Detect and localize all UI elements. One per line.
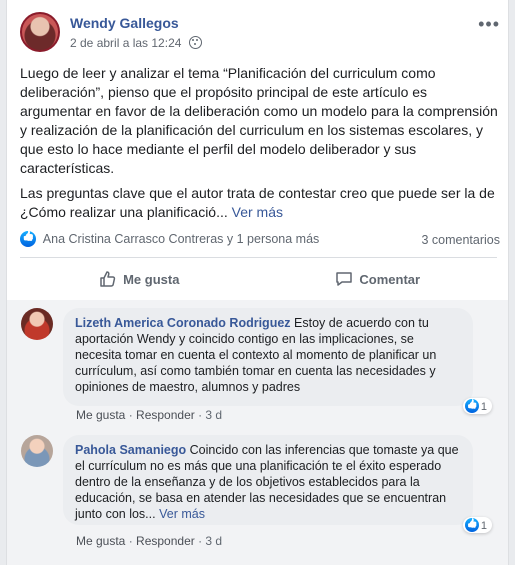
comment-actions: Me gusta · Responder · 3 d	[76, 534, 223, 548]
comment-bubble: Pahola Samaniego Coincido con las infere…	[63, 435, 473, 525]
author-name[interactable]: Wendy Gallegos	[70, 15, 179, 31]
see-more-link[interactable]: Ver más	[159, 507, 205, 521]
comment-like-number: 1	[480, 520, 487, 532]
post-header: Wendy Gallegos 2 de abril a las 12:24 ••…	[20, 12, 500, 56]
like-reaction-icon	[464, 399, 479, 413]
post-paragraph-2: Las preguntas clave que el autor trata d…	[20, 184, 500, 222]
commenter-name[interactable]: Pahola Samaniego	[75, 443, 186, 457]
post-paragraph-1: Luego de leer y analizar el tema “Planif…	[20, 65, 498, 176]
comment-like-link[interactable]: Me gusta	[76, 408, 125, 422]
comment-icon	[336, 272, 353, 286]
post-meta: 2 de abril a las 12:24	[70, 36, 202, 50]
comment-age[interactable]: 3 d	[205, 408, 222, 422]
comments-count[interactable]: 3 comentarios	[421, 233, 500, 247]
comment-bubble: Lizeth America Coronado Rodriguez Estoy …	[63, 308, 473, 406]
commenter-avatar[interactable]	[21, 308, 53, 340]
comments-section: Lizeth America Coronado Rodriguez Estoy …	[7, 300, 508, 565]
comment-like-link[interactable]: Me gusta	[76, 534, 125, 548]
like-reaction-icon	[464, 518, 479, 532]
reactions-bar: Ana Cristina Carrasco Contreras y 1 pers…	[20, 231, 500, 251]
comment: Lizeth America Coronado Rodriguez Estoy …	[21, 300, 501, 425]
post-actions: Me gusta Comentar	[20, 261, 497, 297]
see-more-link[interactable]: Ver más	[232, 204, 283, 220]
comment: Pahola Samaniego Coincido con las infere…	[21, 427, 501, 552]
comment-button[interactable]: Comentar	[259, 261, 498, 297]
post-card: Wendy Gallegos 2 de abril a las 12:24 ••…	[6, 0, 509, 565]
comment-like-count[interactable]: 1	[462, 517, 492, 533]
like-button[interactable]: Me gusta	[20, 261, 259, 297]
reactions-summary[interactable]: Ana Cristina Carrasco Contreras y 1 pers…	[43, 232, 320, 246]
commenter-name[interactable]: Lizeth America Coronado Rodriguez	[75, 316, 291, 330]
like-button-label: Me gusta	[123, 271, 180, 287]
more-options-button[interactable]: •••	[478, 14, 500, 35]
post-timestamp[interactable]: 2 de abril a las 12:24	[70, 36, 181, 50]
comment-like-count[interactable]: 1	[462, 398, 492, 414]
thumbs-up-icon	[100, 271, 116, 287]
comment-reply-link[interactable]: Responder	[136, 534, 195, 548]
comment-like-number: 1	[480, 401, 487, 413]
comment-button-label: Comentar	[359, 271, 421, 287]
author-avatar[interactable]	[20, 12, 60, 52]
friends-icon[interactable]	[188, 36, 202, 49]
commenter-avatar[interactable]	[21, 435, 53, 467]
post-body: Luego de leer y analizar el tema “Planif…	[20, 64, 500, 228]
divider	[20, 257, 497, 258]
like-reaction-icon[interactable]	[20, 231, 36, 247]
comment-actions: Me gusta · Responder · 3 d	[76, 408, 223, 422]
comment-reply-link[interactable]: Responder	[136, 408, 195, 422]
comment-age[interactable]: 3 d	[205, 534, 222, 548]
